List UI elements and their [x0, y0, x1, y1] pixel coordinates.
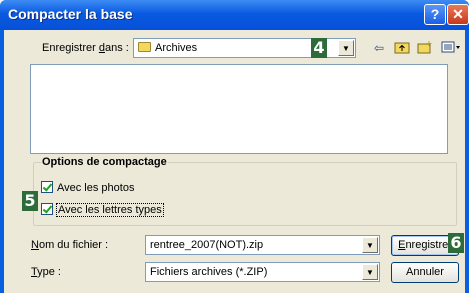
view-menu-icon[interactable] [440, 40, 462, 56]
options-group [33, 162, 457, 226]
callout-marker-4: 4 [311, 38, 327, 58]
up-folder-icon[interactable] [393, 40, 411, 56]
photos-option[interactable]: Avec les photos [41, 181, 134, 194]
letters-checkbox[interactable] [41, 203, 53, 215]
callout-marker-6: 6 [448, 233, 464, 253]
help-button[interactable]: ? [424, 4, 446, 25]
callout-marker-5: 5 [22, 191, 38, 211]
filetype-value: Fichiers archives (*.ZIP) [150, 266, 268, 278]
folder-name: Archives [155, 42, 198, 54]
close-button[interactable]: ✕ [447, 4, 469, 25]
title-bar[interactable]: Compacter la base ? ✕ [0, 0, 469, 30]
photos-checkbox[interactable] [41, 181, 53, 193]
file-list[interactable] [30, 64, 448, 154]
filename-field[interactable]: rentree_2007(NOT).zip ▼ [145, 235, 380, 255]
filetype-dropdown[interactable]: Fichiers archives (*.ZIP) ▼ [145, 262, 380, 282]
window-title: Compacter la base [8, 6, 133, 22]
options-title: Options de compactage [41, 156, 168, 168]
letters-option[interactable]: Avec les lettres types [41, 203, 164, 217]
cancel-button[interactable]: Annuler [391, 262, 459, 283]
save-in-label: Enregistrer dans : [42, 42, 129, 54]
filetype-label: Type : [31, 266, 61, 278]
chevron-down-icon[interactable]: ▼ [362, 237, 378, 253]
photos-label: Avec les photos [57, 182, 135, 194]
letters-label: Avec les lettres types [56, 203, 164, 217]
new-folder-icon[interactable] [416, 40, 434, 56]
chevron-down-icon[interactable]: ▼ [338, 40, 354, 56]
folder-icon [138, 42, 151, 52]
back-icon[interactable]: ⇦ [370, 40, 388, 56]
chevron-down-icon[interactable]: ▼ [362, 264, 378, 280]
folder-value: Archives [138, 42, 197, 54]
filename-label: Nom du fichier : [31, 239, 109, 251]
filename-value: rentree_2007(NOT).zip [150, 239, 264, 251]
